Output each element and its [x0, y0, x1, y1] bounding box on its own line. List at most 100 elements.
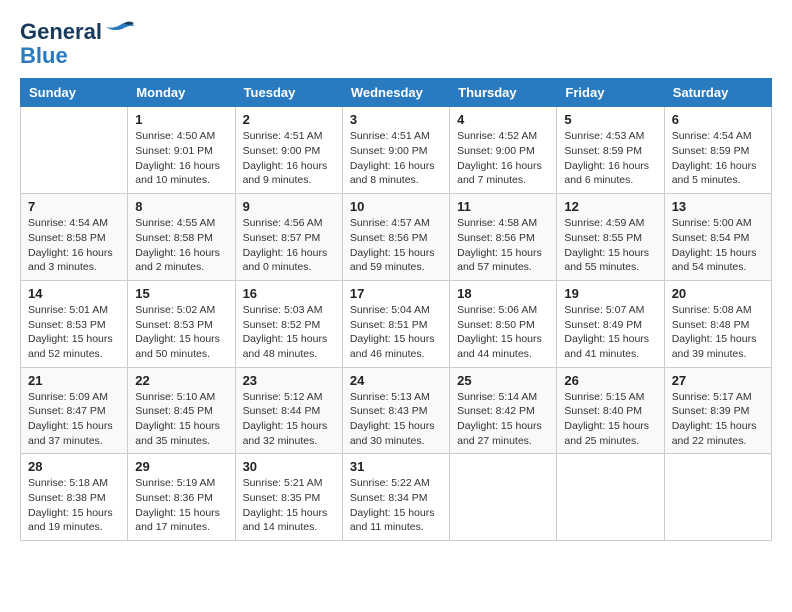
day-number: 22	[135, 373, 227, 388]
calendar-cell	[450, 454, 557, 541]
calendar-cell: 22 Sunrise: 5:10 AMSunset: 8:45 PMDayligh…	[128, 367, 235, 454]
calendar-cell: 11 Sunrise: 4:58 AMSunset: 8:56 PMDayligh…	[450, 194, 557, 281]
day-info: Sunrise: 4:54 AMSunset: 8:59 PMDaylight:…	[672, 129, 764, 188]
calendar-cell: 17Sunrise: 5:04 AMSunset: 8:51 PMDayligh…	[342, 280, 449, 367]
day-info: Sunrise: 5:17 AMSunset: 8:39 PMDaylight:…	[672, 390, 764, 449]
calendar-header-row: SundayMondayTuesdayWednesdayThursdayFrid…	[21, 79, 772, 107]
day-number: 5	[564, 112, 656, 127]
logo: General Blue	[20, 20, 136, 68]
day-info: Sunrise: 5:13 AMSunset: 8:43 PMDaylight:…	[350, 390, 442, 449]
calendar-cell: 13Sunrise: 5:00 AMSunset: 8:54 PMDayligh…	[664, 194, 771, 281]
day-number: 28	[28, 459, 120, 474]
logo-bird-icon	[104, 20, 136, 40]
logo-subtext: Blue	[20, 43, 68, 68]
day-info: Sunrise: 4:58 AMSunset: 8:56 PMDaylight:…	[457, 216, 549, 275]
calendar-cell: 18Sunrise: 5:06 AMSunset: 8:50 PMDayligh…	[450, 280, 557, 367]
day-number: 3	[350, 112, 442, 127]
day-number: 15	[135, 286, 227, 301]
calendar-cell	[557, 454, 664, 541]
calendar-table: SundayMondayTuesdayWednesdayThursdayFrid…	[20, 78, 772, 541]
calendar-cell: 15Sunrise: 5:02 AMSunset: 8:53 PMDayligh…	[128, 280, 235, 367]
week-row-4: 28 Sunrise: 5:18 AMSunset: 8:38 PMDayligh…	[21, 454, 772, 541]
day-number: 8	[135, 199, 227, 214]
calendar-cell: 10 Sunrise: 4:57 AMSunset: 8:56 PMDayligh…	[342, 194, 449, 281]
day-info: Sunrise: 5:09 AMSunset: 8:47 PMDaylight:…	[28, 390, 120, 449]
day-info: Sunrise: 5:10 AMSunset: 8:45 PMDaylight:…	[135, 390, 227, 449]
calendar-cell: 26Sunrise: 5:15 AMSunset: 8:40 PMDayligh…	[557, 367, 664, 454]
calendar-cell: 29 Sunrise: 5:19 AMSunset: 8:36 PMDayligh…	[128, 454, 235, 541]
calendar-cell: 2 Sunrise: 4:51 AMSunset: 9:00 PMDaylight…	[235, 107, 342, 194]
day-info: Sunrise: 5:01 AMSunset: 8:53 PMDaylight:…	[28, 303, 120, 362]
calendar-cell: 23 Sunrise: 5:12 AMSunset: 8:44 PMDayligh…	[235, 367, 342, 454]
calendar-cell: 24 Sunrise: 5:13 AMSunset: 8:43 PMDayligh…	[342, 367, 449, 454]
day-info: Sunrise: 5:03 AMSunset: 8:52 PMDaylight:…	[243, 303, 335, 362]
day-info: Sunrise: 5:07 AMSunset: 8:49 PMDaylight:…	[564, 303, 656, 362]
day-info: Sunrise: 5:19 AMSunset: 8:36 PMDaylight:…	[135, 476, 227, 535]
day-info: Sunrise: 4:50 AMSunset: 9:01 PMDaylight:…	[135, 129, 227, 188]
day-info: Sunrise: 4:55 AMSunset: 8:58 PMDaylight:…	[135, 216, 227, 275]
header-sunday: Sunday	[21, 79, 128, 107]
day-number: 25	[457, 373, 549, 388]
calendar-cell: 12 Sunrise: 4:59 AMSunset: 8:55 PMDayligh…	[557, 194, 664, 281]
calendar-cell: 8 Sunrise: 4:55 AMSunset: 8:58 PMDaylight…	[128, 194, 235, 281]
calendar-cell: 9 Sunrise: 4:56 AMSunset: 8:57 PMDaylight…	[235, 194, 342, 281]
calendar-cell: 5 Sunrise: 4:53 AMSunset: 8:59 PMDaylight…	[557, 107, 664, 194]
week-row-0: 1 Sunrise: 4:50 AMSunset: 9:01 PMDaylight…	[21, 107, 772, 194]
day-number: 14	[28, 286, 120, 301]
day-info: Sunrise: 5:00 AMSunset: 8:54 PMDaylight:…	[672, 216, 764, 275]
day-number: 2	[243, 112, 335, 127]
header-thursday: Thursday	[450, 79, 557, 107]
calendar-cell: 28 Sunrise: 5:18 AMSunset: 8:38 PMDayligh…	[21, 454, 128, 541]
day-info: Sunrise: 4:56 AMSunset: 8:57 PMDaylight:…	[243, 216, 335, 275]
day-number: 1	[135, 112, 227, 127]
day-number: 11	[457, 199, 549, 214]
day-number: 23	[243, 373, 335, 388]
day-number: 16	[243, 286, 335, 301]
day-info: Sunrise: 4:51 AMSunset: 9:00 PMDaylight:…	[350, 129, 442, 188]
day-number: 7	[28, 199, 120, 214]
day-number: 6	[672, 112, 764, 127]
day-number: 21	[28, 373, 120, 388]
day-info: Sunrise: 4:57 AMSunset: 8:56 PMDaylight:…	[350, 216, 442, 275]
calendar-cell: 30Sunrise: 5:21 AMSunset: 8:35 PMDayligh…	[235, 454, 342, 541]
calendar-cell	[21, 107, 128, 194]
day-number: 12	[564, 199, 656, 214]
header-tuesday: Tuesday	[235, 79, 342, 107]
page-header: General Blue	[20, 20, 772, 68]
day-info: Sunrise: 5:18 AMSunset: 8:38 PMDaylight:…	[28, 476, 120, 535]
day-info: Sunrise: 4:53 AMSunset: 8:59 PMDaylight:…	[564, 129, 656, 188]
calendar-cell: 19 Sunrise: 5:07 AMSunset: 8:49 PMDayligh…	[557, 280, 664, 367]
calendar-cell: 25Sunrise: 5:14 AMSunset: 8:42 PMDayligh…	[450, 367, 557, 454]
header-saturday: Saturday	[664, 79, 771, 107]
day-number: 26	[564, 373, 656, 388]
calendar-cell: 16 Sunrise: 5:03 AMSunset: 8:52 PMDayligh…	[235, 280, 342, 367]
day-number: 10	[350, 199, 442, 214]
day-info: Sunrise: 4:52 AMSunset: 9:00 PMDaylight:…	[457, 129, 549, 188]
day-info: Sunrise: 5:12 AMSunset: 8:44 PMDaylight:…	[243, 390, 335, 449]
calendar-cell: 3 Sunrise: 4:51 AMSunset: 9:00 PMDaylight…	[342, 107, 449, 194]
calendar-cell: 20Sunrise: 5:08 AMSunset: 8:48 PMDayligh…	[664, 280, 771, 367]
day-number: 17	[350, 286, 442, 301]
week-row-1: 7Sunrise: 4:54 AMSunset: 8:58 PMDaylight…	[21, 194, 772, 281]
calendar-cell: 6 Sunrise: 4:54 AMSunset: 8:59 PMDaylight…	[664, 107, 771, 194]
day-info: Sunrise: 4:51 AMSunset: 9:00 PMDaylight:…	[243, 129, 335, 188]
logo-text: General	[20, 20, 102, 44]
day-info: Sunrise: 5:22 AMSunset: 8:34 PMDaylight:…	[350, 476, 442, 535]
calendar-cell: 31Sunrise: 5:22 AMSunset: 8:34 PMDayligh…	[342, 454, 449, 541]
day-number: 27	[672, 373, 764, 388]
calendar-cell: 4Sunrise: 4:52 AMSunset: 9:00 PMDaylight…	[450, 107, 557, 194]
calendar-cell: 27 Sunrise: 5:17 AMSunset: 8:39 PMDayligh…	[664, 367, 771, 454]
day-info: Sunrise: 5:06 AMSunset: 8:50 PMDaylight:…	[457, 303, 549, 362]
calendar-cell: 21 Sunrise: 5:09 AMSunset: 8:47 PMDayligh…	[21, 367, 128, 454]
week-row-3: 21 Sunrise: 5:09 AMSunset: 8:47 PMDayligh…	[21, 367, 772, 454]
day-number: 19	[564, 286, 656, 301]
calendar-cell	[664, 454, 771, 541]
day-number: 24	[350, 373, 442, 388]
header-monday: Monday	[128, 79, 235, 107]
day-info: Sunrise: 5:21 AMSunset: 8:35 PMDaylight:…	[243, 476, 335, 535]
header-friday: Friday	[557, 79, 664, 107]
day-number: 29	[135, 459, 227, 474]
calendar-cell: 1 Sunrise: 4:50 AMSunset: 9:01 PMDaylight…	[128, 107, 235, 194]
day-info: Sunrise: 4:59 AMSunset: 8:55 PMDaylight:…	[564, 216, 656, 275]
day-number: 9	[243, 199, 335, 214]
